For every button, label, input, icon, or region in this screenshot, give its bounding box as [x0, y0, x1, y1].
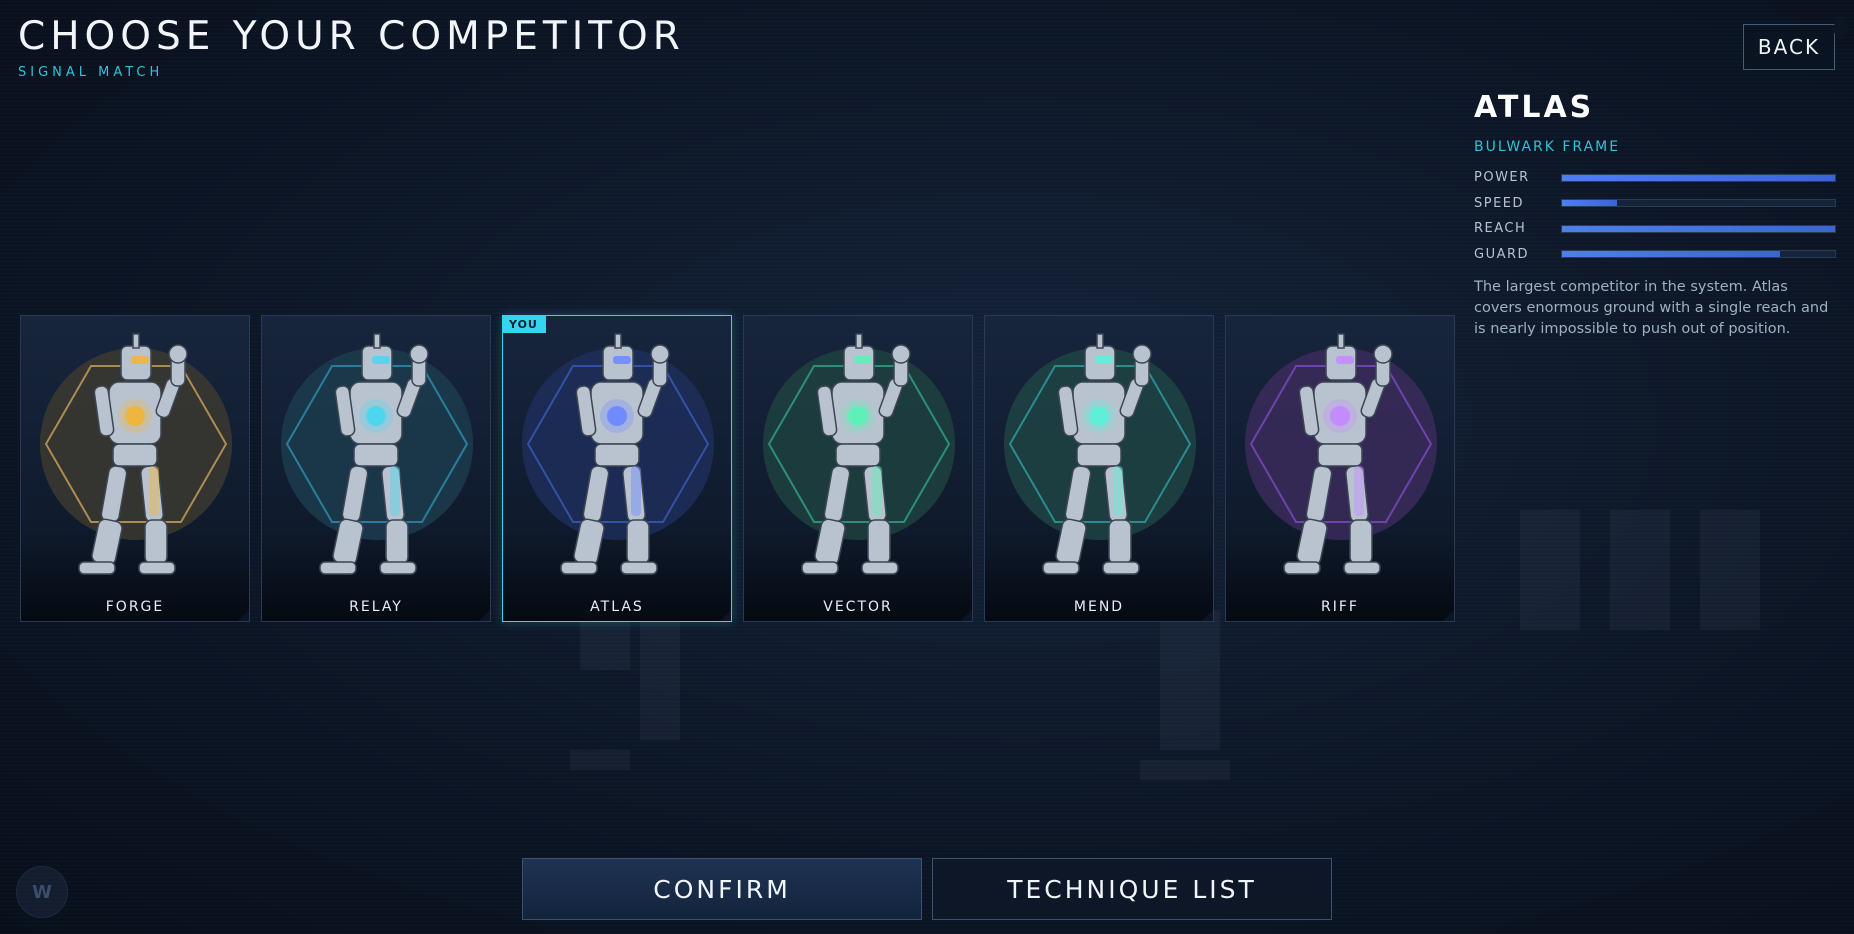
- competitor-name: RELAY: [349, 599, 403, 615]
- technique-list-button[interactable]: TECHNIQUE LIST: [932, 858, 1332, 920]
- stat-bar: [1561, 224, 1836, 233]
- you-badge: YOU: [503, 316, 546, 333]
- competitor-info-panel: ATLAS BULWARK FRAME POWER SPEED REACH GUARD…: [1474, 90, 1836, 340]
- stat-row-speed: SPEED: [1474, 191, 1836, 217]
- competitor-name: MEND: [1073, 599, 1125, 615]
- stat-bar: [1561, 250, 1836, 259]
- competitor-name: RIFF: [1321, 599, 1359, 615]
- competitor-name: FORGE: [105, 599, 165, 615]
- stat-row-power: POWER: [1474, 165, 1836, 191]
- stat-bar-fill: [1562, 200, 1617, 207]
- stat-bar: [1561, 173, 1836, 182]
- stat-row-reach: REACH: [1474, 216, 1836, 242]
- stat-bar: [1561, 199, 1836, 208]
- competitor-portrait: [1245, 333, 1437, 575]
- competitor-card-mend[interactable]: MEND: [984, 315, 1214, 622]
- stat-list: POWER SPEED REACH GUARD: [1474, 165, 1836, 267]
- stat-row-guard: GUARD: [1474, 242, 1836, 268]
- game-logo-icon: W: [16, 866, 68, 918]
- back-button[interactable]: BACK: [1743, 24, 1835, 70]
- stat-bar-fill: [1562, 251, 1781, 258]
- background-glyph: [1520, 510, 1760, 630]
- competitor-name: VECTOR: [823, 599, 893, 615]
- confirm-button[interactable]: CONFIRM: [522, 858, 922, 920]
- page-title: CHOOSE YOUR COMPETITOR: [18, 14, 685, 59]
- competitor-portrait: [1004, 333, 1196, 575]
- stat-bar-fill: [1562, 174, 1835, 181]
- competitor-portrait: [40, 333, 232, 575]
- competitor-card-riff[interactable]: RIFF: [1225, 315, 1455, 622]
- stat-label: POWER: [1474, 170, 1530, 186]
- competitor-portrait: [281, 333, 473, 575]
- competitor-name: ATLAS: [590, 599, 644, 615]
- competitor-card-vector[interactable]: VECTOR: [743, 315, 973, 622]
- competitor-portrait: [522, 333, 714, 575]
- selected-competitor-name: ATLAS: [1474, 90, 1595, 125]
- mode-subtitle: SIGNAL MATCH: [18, 65, 164, 80]
- stat-label: SPEED: [1474, 195, 1525, 211]
- stat-label: REACH: [1474, 221, 1527, 237]
- stat-label: GUARD: [1474, 246, 1530, 262]
- competitor-card-relay[interactable]: RELAY: [261, 315, 491, 622]
- competitor-description: The largest competitor in the system. At…: [1474, 279, 1829, 337]
- competitor-card-forge[interactable]: FORGE: [20, 315, 250, 622]
- competitor-card-atlas[interactable]: ATLAS YOU: [502, 315, 732, 622]
- stat-bar-fill: [1562, 225, 1835, 232]
- background-robot-silhouette-2: [1140, 610, 1230, 780]
- competitor-portrait: [763, 333, 955, 575]
- selected-competitor-frame: BULWARK FRAME: [1474, 139, 1621, 155]
